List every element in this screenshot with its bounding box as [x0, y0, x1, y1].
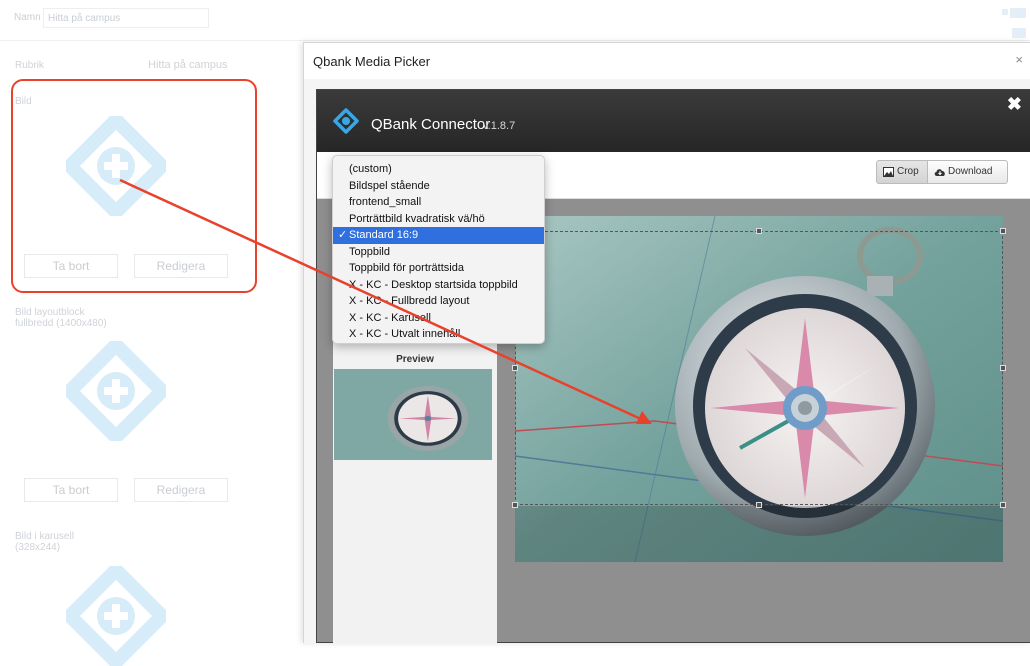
crop-handle-top[interactable] [756, 228, 762, 234]
folder-icons [1000, 6, 1030, 40]
remove-button[interactable]: Ta bort [24, 478, 118, 502]
crop-handle-bottom[interactable] [756, 502, 762, 508]
bild-highlight-annotation [11, 79, 257, 293]
connector-version: v.1.8.7 [483, 120, 516, 132]
preview-label: Preview [396, 354, 434, 365]
connector-header: QBank Connector v.1.8.7 ✖ [317, 90, 1030, 152]
dropdown-option[interactable]: Bildspel stående [333, 178, 544, 195]
connector-title: QBank Connector [371, 116, 491, 133]
checkmark-icon: ✓ [338, 229, 348, 241]
bild-layout-label: Bild layoutblock fullbredd (1400x480) [15, 307, 107, 329]
qbank-logo-icon [333, 108, 359, 134]
cms-topbar: Namn Hitta på campus [0, 0, 1030, 41]
crop-format-dropdown[interactable]: (custom) Bildspel stående frontend_small Po… [332, 155, 545, 344]
dropdown-option[interactable]: Toppbild [333, 244, 544, 261]
crop-button[interactable]: Crop [876, 160, 928, 184]
rubrik-label: Rubrik [15, 60, 44, 71]
crop-handle-bottom-right[interactable] [1000, 502, 1006, 508]
connector-close-icon[interactable]: ✖ [1007, 94, 1022, 115]
dropdown-option[interactable]: X - KC - Fullbredd layout [333, 293, 544, 310]
image-icon [883, 167, 894, 177]
edit-button[interactable]: Redigera [134, 478, 228, 502]
namn-input[interactable]: Hitta på campus [43, 8, 209, 28]
dropdown-option[interactable]: X - KC - Karusell [333, 310, 544, 327]
crop-handle-right[interactable] [1000, 365, 1006, 371]
crop-handle-left[interactable] [512, 365, 518, 371]
download-button[interactable]: Download [927, 160, 1008, 184]
add-image-placeholder-icon[interactable] [66, 341, 166, 441]
dropdown-option[interactable]: Toppbild för porträttsida [333, 260, 544, 277]
dropdown-option[interactable]: X - KC - Utvalt innehåll [333, 326, 544, 343]
cloud-download-icon [934, 169, 945, 176]
dropdown-option[interactable]: X - KC - Desktop startsida toppbild [333, 277, 544, 294]
dropdown-option[interactable]: frontend_small [333, 194, 544, 211]
namn-label: Namn [14, 12, 41, 23]
dropdown-option[interactable]: ✓ Standard 16:9 [333, 227, 544, 244]
dropdown-option[interactable]: (custom) [333, 161, 544, 178]
crop-handle-top-right[interactable] [1000, 228, 1006, 234]
modal-title: Qbank Media Picker [313, 54, 431, 69]
bild-karusell-label: Bild i karusell (328x244) [15, 531, 74, 553]
modal-close-icon[interactable]: × [1015, 52, 1023, 67]
preview-thumbnail [334, 369, 492, 460]
rubrik-value: Hitta på campus [148, 59, 228, 71]
crop-selection[interactable] [515, 231, 1003, 505]
crop-handle-bottom-left[interactable] [512, 502, 518, 508]
add-image-placeholder-icon[interactable] [66, 566, 166, 666]
dropdown-option[interactable]: Porträttbild kvadratisk vä/hö [333, 211, 544, 228]
